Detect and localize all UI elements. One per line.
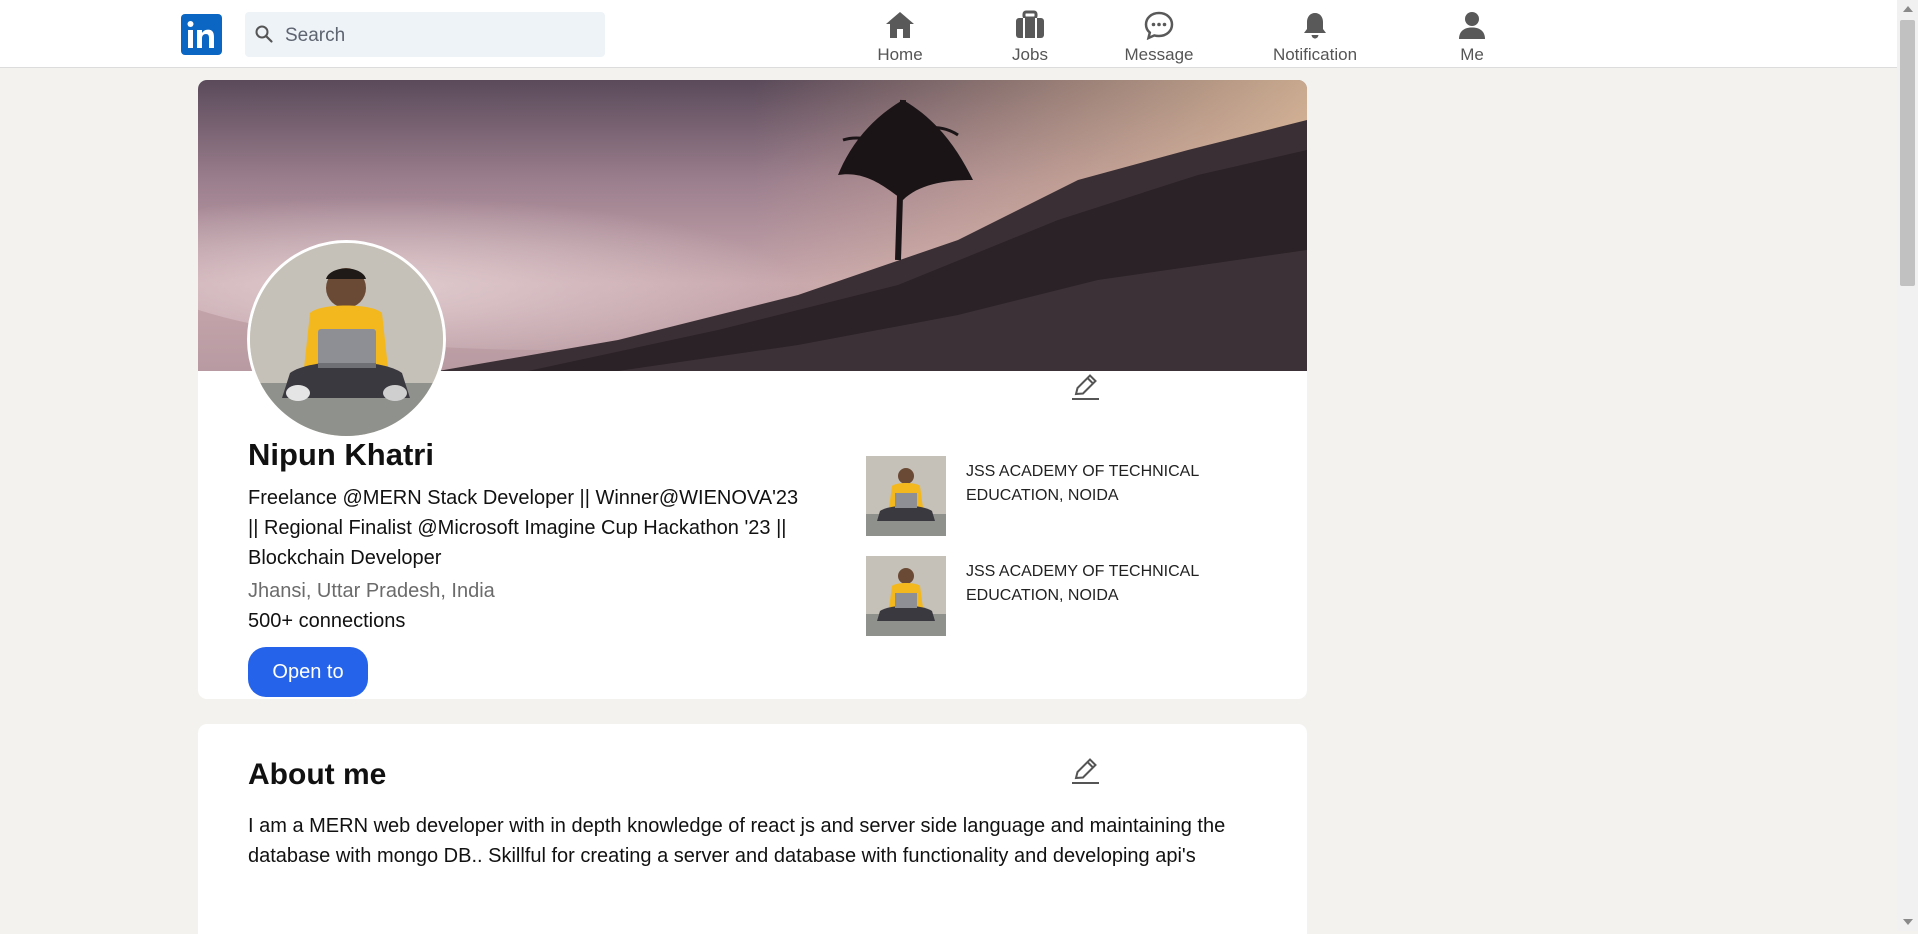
about-card: About me I am a MERN web developer with … <box>198 724 1307 934</box>
profile-avatar[interactable] <box>247 240 446 439</box>
scroll-up-arrow-icon[interactable] <box>1903 6 1913 12</box>
nav-notification-label: Notification <box>1272 45 1358 64</box>
education-item[interactable]: JSS ACADEMY OF TECHNICAL EDUCATION, NOID… <box>866 556 1286 636</box>
search-icon <box>254 24 274 49</box>
search-input[interactable] <box>283 12 597 59</box>
nav-me-label: Me <box>1460 45 1484 64</box>
user-icon <box>1456 10 1488 45</box>
nav-jobs[interactable]: Jobs <box>1000 8 1060 66</box>
page-scrollbar[interactable] <box>1897 0 1918 931</box>
profile-card: Nipun Khatri Freelance @MERN Stack Devel… <box>198 80 1307 699</box>
scroll-down-arrow-icon[interactable] <box>1903 919 1913 925</box>
edit-about-button[interactable] <box>1069 754 1101 791</box>
nav-home[interactable]: Home <box>865 8 935 66</box>
pencil-icon <box>1069 374 1101 406</box>
about-title: About me <box>248 758 387 791</box>
briefcase-icon <box>1014 10 1046 45</box>
profile-location: Jhansi, Uttar Pradesh, India <box>248 580 495 602</box>
message-icon <box>1143 10 1175 45</box>
scrollbar-thumb[interactable] <box>1900 20 1915 286</box>
education-school-name: JSS ACADEMY OF TECHNICAL EDUCATION, NOID… <box>966 463 1199 504</box>
education-school-name: JSS ACADEMY OF TECHNICAL EDUCATION, NOID… <box>966 563 1199 604</box>
nav-notification[interactable]: Notification <box>1265 8 1365 66</box>
profile-connections[interactable]: 500+ connections <box>248 610 405 633</box>
education-thumbnail <box>866 456 946 536</box>
about-text: I am a MERN web developer with in depth … <box>248 815 1226 867</box>
nav-home-label: Home <box>877 45 923 64</box>
top-navbar: Home Jobs Message <box>0 0 1897 68</box>
pencil-icon <box>1069 758 1101 790</box>
search-box[interactable] <box>245 12 605 59</box>
nav-message[interactable]: Message <box>1117 8 1201 66</box>
nav-jobs-label: Jobs <box>1012 45 1048 64</box>
education-item[interactable]: JSS ACADEMY OF TECHNICAL EDUCATION, NOID… <box>866 456 1286 536</box>
profile-name: Nipun Khatri <box>248 437 434 472</box>
open-to-button[interactable]: Open to <box>248 647 368 697</box>
nav-message-label: Message <box>1124 45 1194 64</box>
edit-intro-button[interactable] <box>1069 370 1101 407</box>
profile-headline: Freelance @MERN Stack Developer || Winne… <box>248 487 799 569</box>
education-thumbnail <box>866 556 946 636</box>
home-icon <box>884 10 916 45</box>
bell-icon <box>1299 10 1331 45</box>
nav-me[interactable]: Me <box>1437 8 1507 66</box>
linkedin-logo[interactable] <box>181 14 222 55</box>
